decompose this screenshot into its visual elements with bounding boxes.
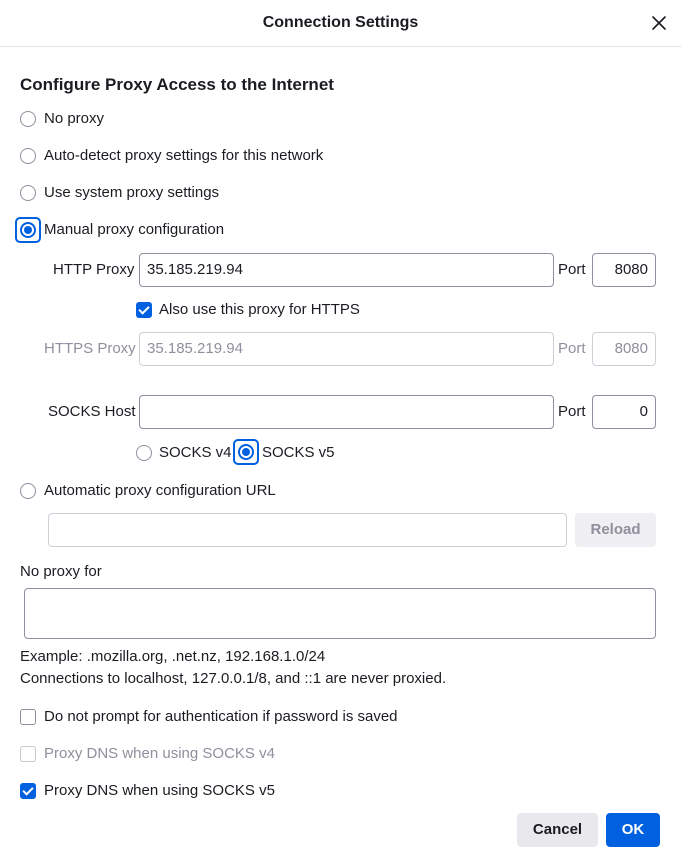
no-proxy-for-label: No proxy for [20, 563, 102, 580]
no-proxy-radio[interactable] [20, 111, 36, 127]
https-port-input[interactable]: 8080 [592, 332, 656, 366]
proxy-dns-v4-label: Proxy DNS when using SOCKS v4 [44, 745, 275, 762]
dialog-title: Connection Settings [262, 14, 419, 31]
manual-proxy-label: Manual proxy configuration [44, 221, 225, 238]
example-text: Example: .mozilla.org, .net.nz, 192.168.… [20, 648, 326, 665]
http-proxy-label: HTTP Proxy [53, 261, 135, 278]
socks-host-input[interactable] [139, 395, 554, 429]
socks-port-input[interactable]: 0 [592, 395, 656, 429]
also-https-label: Also use this proxy for HTTPS [159, 301, 360, 318]
no-proxy-label: No proxy [44, 110, 105, 127]
auto-url-input[interactable] [48, 513, 567, 547]
auto-detect-radio[interactable] [20, 148, 36, 164]
auto-detect-label: Auto-detect proxy settings for this netw… [44, 147, 324, 164]
close-icon[interactable] [648, 12, 670, 34]
http-proxy-input[interactable]: 35.185.219.94 [139, 253, 554, 287]
socks-v4-label: SOCKS v4 [159, 444, 232, 461]
https-port-label: Port [558, 340, 586, 357]
section-heading: Configure Proxy Access to the Internet [20, 75, 334, 94]
proxy-dns-v5-checkbox[interactable] [20, 783, 36, 799]
auto-url-label: Automatic proxy configuration URL [44, 482, 276, 499]
also-https-checkbox[interactable] [136, 302, 152, 318]
socks-host-label: SOCKS Host [48, 403, 136, 420]
no-prompt-auth-label: Do not prompt for authentication if pass… [44, 708, 398, 725]
socks-v5-label: SOCKS v5 [262, 444, 335, 461]
proxy-dns-v4-checkbox[interactable] [20, 746, 36, 762]
no-proxy-for-textarea[interactable] [24, 588, 656, 639]
https-proxy-label: HTTPS Proxy [44, 340, 136, 357]
socks-v5-radio[interactable] [238, 444, 254, 460]
reload-button[interactable]: Reload [575, 513, 656, 547]
socks-port-label: Port [558, 403, 586, 420]
localhost-note: Connections to localhost, 127.0.0.1/8, a… [20, 670, 447, 687]
ok-button[interactable]: OK [606, 813, 660, 847]
http-port-input[interactable]: 8080 [592, 253, 656, 287]
system-proxy-radio[interactable] [20, 185, 36, 201]
auto-url-radio[interactable] [20, 483, 36, 499]
proxy-dns-v5-label: Proxy DNS when using SOCKS v5 [44, 782, 275, 799]
manual-proxy-radio[interactable] [20, 222, 36, 238]
no-prompt-auth-checkbox[interactable] [20, 709, 36, 725]
cancel-button[interactable]: Cancel [517, 813, 598, 847]
https-proxy-input[interactable]: 35.185.219.94 [139, 332, 554, 366]
socks-v4-radio[interactable] [136, 445, 152, 461]
http-port-label: Port [558, 261, 586, 278]
system-proxy-label: Use system proxy settings [44, 184, 220, 201]
